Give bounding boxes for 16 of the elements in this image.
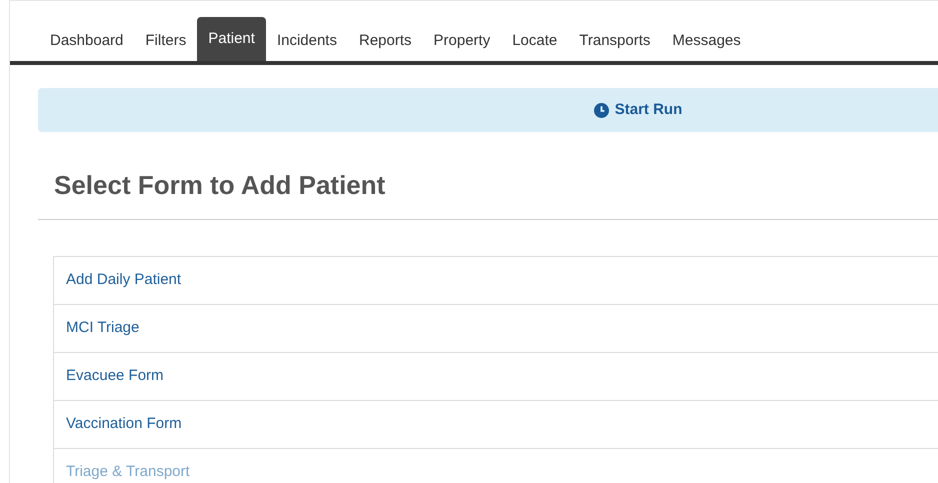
form-list-item[interactable]: Vaccination Form <box>54 401 938 449</box>
nav-tab[interactable]: Reports <box>348 21 423 61</box>
clock-icon <box>594 102 609 118</box>
nav-tab[interactable]: Messages <box>661 21 752 61</box>
start-run-button[interactable]: Start Run <box>594 98 682 122</box>
form-list-item[interactable]: Add Daily Patient <box>54 257 938 305</box>
page-heading: Select Form to Add Patient <box>54 169 386 202</box>
form-list-item[interactable]: Evacuee Form <box>54 353 938 401</box>
nav-tab[interactable]: Patient <box>197 17 266 61</box>
nav-tab[interactable]: Filters <box>134 21 198 61</box>
nav-tab[interactable]: Locate <box>501 21 568 61</box>
nav-tab[interactable]: Property <box>422 21 502 61</box>
nav-tab[interactable]: Incidents <box>266 21 348 61</box>
nav-tab[interactable]: Transports <box>568 21 662 61</box>
form-list-item[interactable]: MCI Triage <box>54 305 938 353</box>
nav-tab[interactable]: Dashboard <box>39 21 134 61</box>
